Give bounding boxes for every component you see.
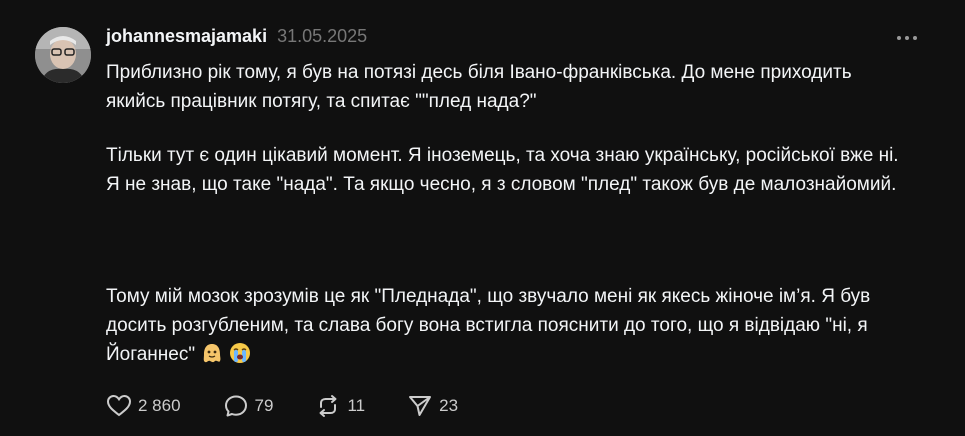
post-paragraph-2-line-2: Я не знав, що таке "нада". Та якщо чесно… <box>106 174 897 195</box>
more-dots-icon[interactable] <box>893 28 921 48</box>
crying-face-emoji <box>229 342 251 373</box>
post-paragraph-3: Тому мій мозок зрозумів це як "Пледнада"… <box>106 282 906 373</box>
post-date[interactable]: 31.05.2025 <box>277 26 367 47</box>
reply-count: 79 <box>254 396 274 415</box>
heart-icon <box>106 394 132 418</box>
like-button[interactable]: 2 860 <box>106 394 181 418</box>
post-actions: 2 860 79 11 23 <box>106 394 458 418</box>
share-count: 23 <box>439 396 459 415</box>
post-header: johannesmajamaki 31.05.2025 <box>106 26 367 47</box>
post-paragraph-1: Приблизно рік тому, я був на потязі десь… <box>106 62 852 112</box>
send-plane-icon <box>407 394 433 418</box>
repost-count: 11 <box>347 396 366 415</box>
username[interactable]: johannesmajamaki <box>106 26 267 47</box>
avatar[interactable] <box>35 27 91 83</box>
reply-button[interactable]: 79 <box>223 394 274 418</box>
post-paragraph-2-line-1: Тільки тут є один цікавий момент. Я іноз… <box>106 145 899 166</box>
sweat-smile-ghost-emoji <box>201 342 223 373</box>
repost-button[interactable]: 11 <box>315 394 365 418</box>
like-count: 2 860 <box>138 396 181 415</box>
post-paragraph-2: Тільки тут є один цікавий момент. Я іноз… <box>106 141 906 199</box>
comment-bubble-icon <box>223 394 249 418</box>
thread-post: johannesmajamaki 31.05.2025 Приблизно рі… <box>0 0 965 436</box>
share-button[interactable]: 23 <box>407 394 458 418</box>
repost-arrows-icon <box>315 394 341 418</box>
